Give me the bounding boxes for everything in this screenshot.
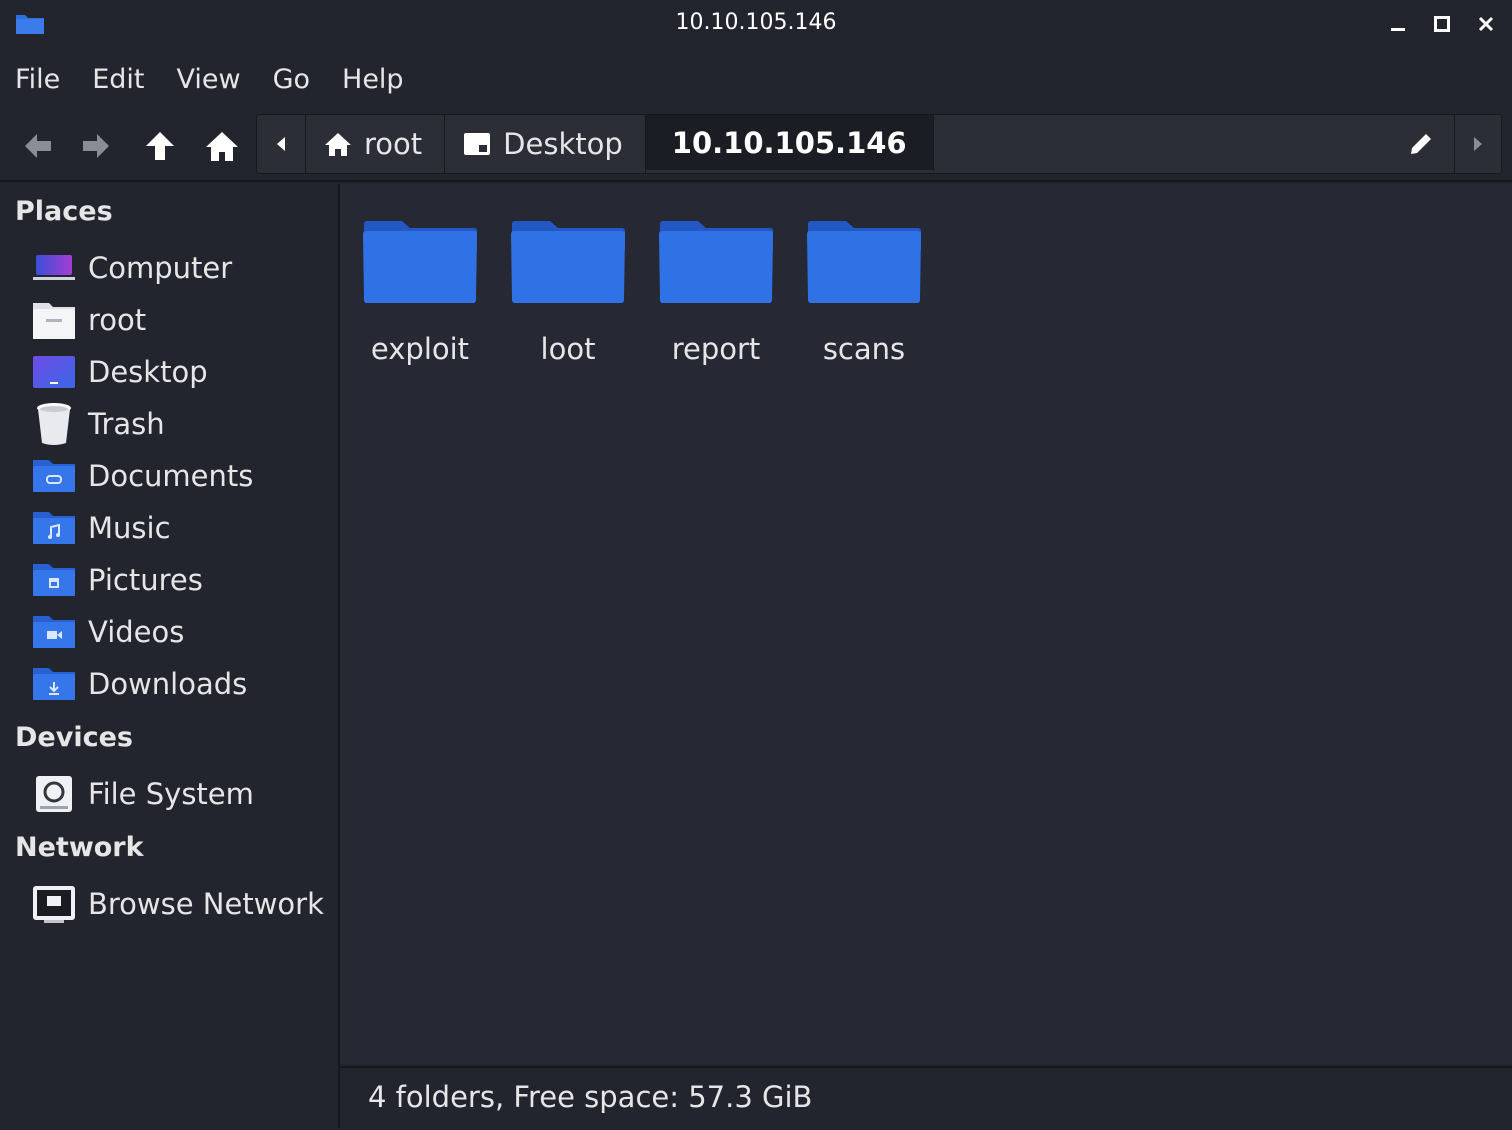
music-folder-icon bbox=[32, 506, 76, 550]
maximize-icon bbox=[1434, 16, 1450, 32]
status-bar: 4 folders, Free space: 57.3 GiB bbox=[340, 1066, 1512, 1130]
drive-icon bbox=[32, 772, 76, 816]
sidebar-item-pictures[interactable]: Pictures bbox=[32, 558, 203, 602]
breadcrumb-label: 10.10.105.146 bbox=[671, 125, 907, 160]
sidebar-item-label: Music bbox=[88, 511, 171, 545]
sidebar-item-computer[interactable]: Computer bbox=[32, 246, 232, 290]
folder-icon bbox=[511, 221, 625, 303]
sidebar-item-music[interactable]: Music bbox=[32, 506, 171, 550]
maximize-button[interactable] bbox=[1428, 10, 1456, 38]
minimize-icon bbox=[1391, 28, 1405, 31]
up-button[interactable] bbox=[138, 124, 182, 168]
sidebar-item-label: Desktop bbox=[88, 355, 208, 389]
folder-label: exploit bbox=[370, 332, 470, 366]
file-view: exploit loot report scans bbox=[340, 184, 1512, 1064]
chevron-right-icon bbox=[1474, 137, 1482, 151]
folder-icon bbox=[659, 221, 773, 303]
sidebar-item-file-system[interactable]: File System bbox=[32, 772, 254, 816]
sidebar-item-trash[interactable]: Trash bbox=[32, 402, 165, 446]
desktop-icon bbox=[464, 133, 491, 155]
sidebar-item-label: Downloads bbox=[88, 667, 248, 701]
sidebar-item-label: root bbox=[88, 303, 147, 337]
chevron-left-icon bbox=[277, 137, 285, 151]
pencil-icon bbox=[1411, 134, 1431, 154]
sidebar-item-label: Trash bbox=[88, 407, 165, 441]
sidebar-item-documents[interactable]: Documents bbox=[32, 454, 253, 498]
folder-icon bbox=[363, 221, 477, 303]
path-scroll-left-button[interactable] bbox=[257, 115, 306, 173]
folder-label: loot bbox=[540, 332, 596, 366]
sidebar-item-label: Computer bbox=[88, 251, 233, 285]
network-icon bbox=[32, 882, 76, 926]
home-folder-icon bbox=[32, 298, 76, 342]
path-bar-spacer bbox=[934, 115, 1388, 173]
status-text: 4 folders, Free space: 57.3 GiB bbox=[368, 1080, 813, 1114]
pictures-folder-icon bbox=[32, 558, 76, 602]
forward-button[interactable] bbox=[74, 124, 118, 168]
sidebar-item-downloads[interactable]: Downloads bbox=[32, 662, 247, 706]
file-manager-window: 10.10.105.146 File Edit View Go Help roo… bbox=[0, 0, 1512, 1130]
folder-label: report bbox=[671, 332, 761, 366]
menu-go[interactable]: Go bbox=[257, 56, 326, 104]
videos-folder-icon bbox=[32, 610, 76, 654]
menu-file[interactable]: File bbox=[0, 56, 76, 104]
places-heading: Places bbox=[15, 196, 113, 227]
folder-item-report[interactable]: report bbox=[648, 220, 784, 366]
folder-icon bbox=[807, 221, 921, 303]
folder-item-loot[interactable]: loot bbox=[500, 220, 636, 366]
menu-edit[interactable]: Edit bbox=[76, 56, 160, 104]
sidebar-item-videos[interactable]: Videos bbox=[32, 610, 184, 654]
menu-bar: File Edit View Go Help bbox=[0, 56, 420, 104]
minimize-button[interactable] bbox=[1384, 10, 1412, 38]
devices-heading: Devices bbox=[15, 722, 133, 753]
breadcrumb-label: Desktop bbox=[503, 127, 623, 161]
downloads-folder-icon bbox=[32, 662, 76, 706]
home-button[interactable] bbox=[200, 124, 244, 168]
close-icon bbox=[1478, 16, 1494, 32]
sidebar: Places Computer root Desktop Trash Docum… bbox=[0, 184, 340, 1128]
sidebar-item-label: File System bbox=[88, 777, 254, 811]
computer-icon bbox=[32, 246, 76, 290]
sidebar-item-label: Browse Network bbox=[88, 887, 324, 921]
path-bar: root Desktop 10.10.105.146 bbox=[256, 114, 1502, 174]
sidebar-item-root[interactable]: root bbox=[32, 298, 146, 342]
folder-item-exploit[interactable]: exploit bbox=[352, 220, 488, 366]
menu-view[interactable]: View bbox=[160, 56, 256, 104]
title-bar: 10.10.105.146 bbox=[0, 0, 1512, 48]
window-title: 10.10.105.146 bbox=[675, 10, 837, 35]
network-heading: Network bbox=[15, 832, 144, 863]
sidebar-item-label: Videos bbox=[88, 615, 185, 649]
edit-path-button[interactable] bbox=[1388, 115, 1455, 173]
home-icon bbox=[206, 132, 238, 161]
breadcrumb-label: root bbox=[364, 127, 423, 161]
documents-folder-icon bbox=[32, 454, 76, 498]
sidebar-item-desktop[interactable]: Desktop bbox=[32, 350, 208, 394]
back-button[interactable] bbox=[16, 124, 60, 168]
trash-icon bbox=[32, 402, 76, 446]
breadcrumb-root[interactable]: root bbox=[306, 115, 446, 173]
arrow-up-icon bbox=[146, 132, 174, 160]
breadcrumb-desktop[interactable]: Desktop bbox=[445, 115, 646, 173]
folder-item-scans[interactable]: scans bbox=[796, 220, 932, 366]
close-button[interactable] bbox=[1472, 10, 1500, 38]
folder-label: scans bbox=[822, 332, 906, 366]
sidebar-item-browse-network[interactable]: Browse Network bbox=[32, 882, 324, 926]
sidebar-item-label: Documents bbox=[88, 459, 254, 493]
desktop-icon bbox=[32, 350, 76, 394]
arrow-right-icon bbox=[83, 134, 109, 158]
breadcrumb-current[interactable]: 10.10.105.146 bbox=[645, 115, 934, 173]
path-scroll-right-button[interactable] bbox=[1455, 115, 1501, 173]
menu-help[interactable]: Help bbox=[326, 56, 420, 104]
arrow-left-icon bbox=[25, 134, 51, 158]
home-icon bbox=[325, 133, 351, 156]
sidebar-item-label: Pictures bbox=[88, 563, 203, 597]
